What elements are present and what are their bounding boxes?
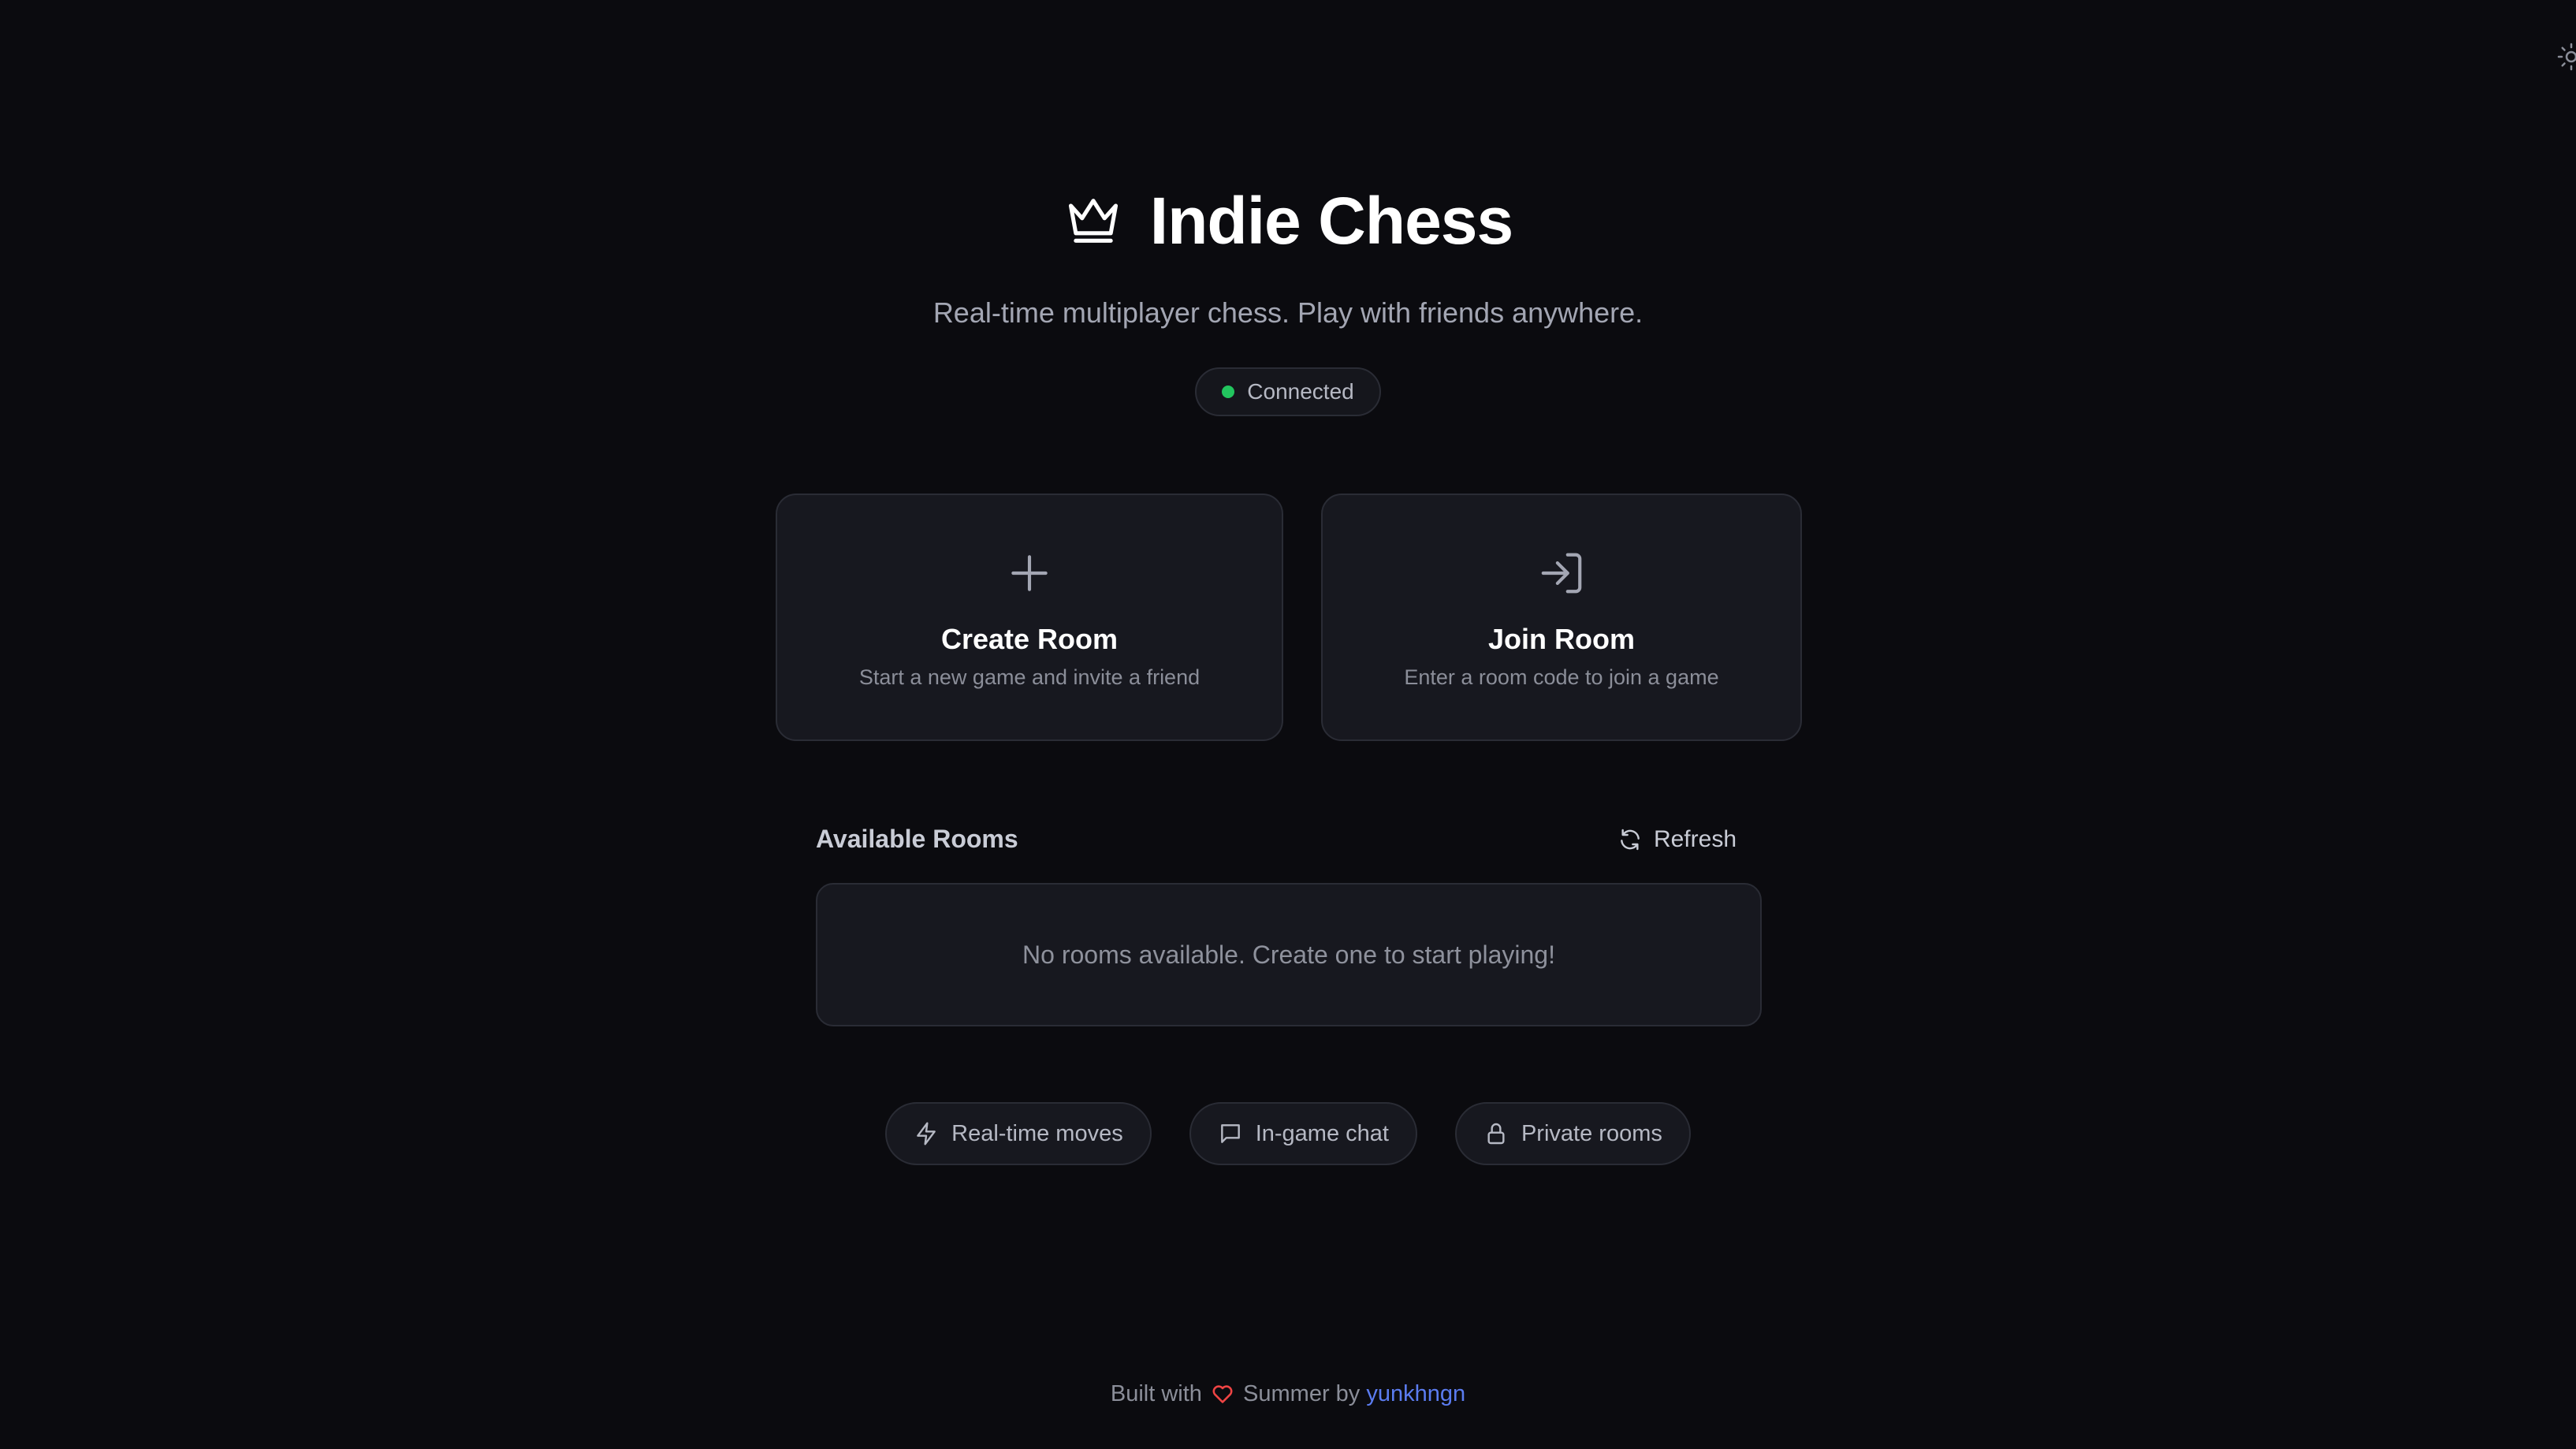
create-room-description: Start a new game and invite a friend: [858, 665, 1201, 689]
header: Indie Chess Real-time multiplayer chess.…: [0, 181, 2576, 330]
join-room-description: Enter a room code to join a game: [1404, 665, 1719, 689]
feature-label: Private rooms: [1521, 1120, 1662, 1146]
create-room-button[interactable]: Create Room Start a new game and invite …: [776, 494, 1283, 741]
status-label: Connected: [1247, 379, 1354, 404]
create-room-title: Create Room: [940, 623, 1119, 655]
connection-status-badge: Connected: [1195, 367, 1381, 416]
footer-prefix: Built with: [1110, 1381, 1202, 1406]
feature-chip-private: Private rooms: [1454, 1102, 1691, 1165]
heart-icon: [1212, 1385, 1233, 1403]
feature-label: In-game chat: [1255, 1120, 1389, 1146]
join-room-button[interactable]: Join Room Enter a room code to join a ga…: [1321, 494, 1802, 741]
feature-list: Real-time moves In-game chat Private roo…: [0, 1102, 2576, 1165]
footer-middle: Summer by: [1243, 1381, 1361, 1406]
footer: Built with Summer by yunkhngn: [0, 1381, 2576, 1407]
lightning-icon: [917, 1122, 936, 1145]
author-link[interactable]: yunkhngn: [1366, 1381, 1465, 1406]
empty-rooms-message: No rooms available. Create one to start …: [1022, 940, 1555, 969]
feature-chip-realtime: Real-time moves: [885, 1102, 1152, 1165]
chat-bubble-icon: [1220, 1124, 1240, 1143]
feature-label: Real-time moves: [951, 1120, 1123, 1146]
status-wrap: Connected: [0, 367, 2576, 416]
refresh-button[interactable]: Refresh: [1592, 820, 1762, 859]
page-subtitle: Real-time multiplayer chess. Play with f…: [932, 296, 1644, 329]
refresh-label: Refresh: [1653, 826, 1737, 852]
rooms-list-empty-state: No rooms available. Create one to start …: [816, 883, 1762, 1026]
feature-chip-chat: In-game chat: [1189, 1102, 1417, 1165]
refresh-icon: [1621, 829, 1640, 851]
status-dot-icon: [1222, 386, 1235, 398]
page: Indie Chess Real-time multiplayer chess.…: [0, 0, 2576, 1449]
page-title: Indie Chess: [1149, 183, 1513, 258]
join-room-title: Join Room: [1488, 623, 1635, 655]
theme-toggle-icon[interactable]: [2556, 41, 2576, 73]
rooms-header: Available Rooms Refresh: [816, 820, 1762, 859]
log-in-icon: [1541, 553, 1582, 594]
lock-icon: [1487, 1123, 1505, 1145]
crown-icon: [1068, 199, 1118, 243]
title-row: Indie Chess: [0, 181, 2576, 260]
available-rooms-heading: Available Rooms: [816, 825, 1018, 853]
plus-icon: [1011, 555, 1048, 591]
